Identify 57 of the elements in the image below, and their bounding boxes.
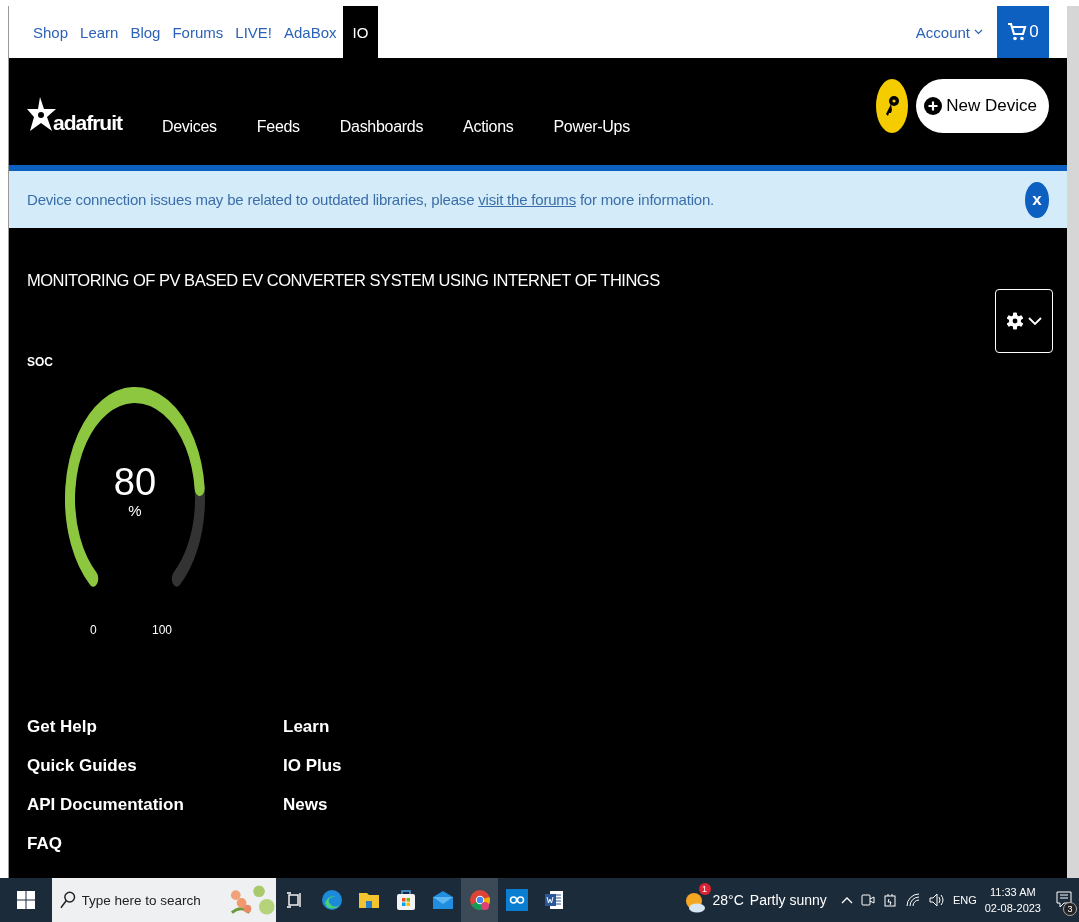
search-field[interactable]: Type here to search bbox=[81, 892, 222, 908]
gauge-label: SOC bbox=[27, 355, 54, 369]
forums-link[interactable]: visit the forums bbox=[478, 191, 576, 208]
footer-link[interactable]: Learn bbox=[283, 717, 539, 737]
adafruit-logo[interactable]: adafruit bbox=[27, 96, 122, 135]
notification-count: 3 bbox=[1063, 902, 1077, 916]
footer-link[interactable]: Get Help bbox=[27, 717, 283, 737]
close-button[interactable]: x bbox=[1025, 181, 1049, 218]
chrome-app-icon[interactable] bbox=[461, 878, 498, 922]
dashboard-title: MONITORING OF PV BASED EV CONVERTER SYSTEM USING INTERNET OF THINGS bbox=[27, 271, 660, 290]
footer-link[interactable]: FAQ bbox=[27, 834, 283, 854]
scrollbar[interactable] bbox=[1067, 6, 1079, 878]
camera-icon[interactable] bbox=[860, 892, 875, 908]
gear-icon bbox=[1006, 312, 1024, 330]
nav-link[interactable]: Actions bbox=[463, 117, 514, 136]
site-link[interactable]: Shop bbox=[27, 6, 75, 58]
nav-link[interactable]: Power-Ups bbox=[553, 117, 630, 136]
site-link[interactable]: Learn bbox=[74, 6, 125, 58]
speaker-icon[interactable] bbox=[928, 892, 945, 908]
cart-icon bbox=[1007, 22, 1028, 42]
cart-button[interactable]: 0 bbox=[997, 6, 1049, 58]
gauge-max: 100 bbox=[152, 623, 173, 637]
clock-date[interactable]: 02-08-2023 bbox=[984, 902, 1041, 914]
footer-link[interactable]: IO Plus bbox=[283, 756, 539, 776]
plus-icon bbox=[924, 96, 943, 115]
site-link[interactable]: LIVE! bbox=[229, 6, 278, 58]
key-icon bbox=[884, 94, 901, 117]
account-menu[interactable]: Account bbox=[915, 6, 997, 58]
chevron-up-icon[interactable] bbox=[840, 896, 853, 904]
weather-condition: Partly sunny bbox=[749, 892, 827, 908]
notification-badge: 1 bbox=[698, 883, 711, 895]
new-device-button[interactable]: New Device bbox=[916, 78, 1049, 133]
gauge-unit: % bbox=[128, 502, 142, 519]
nav-link[interactable]: Dashboards bbox=[339, 117, 424, 136]
settings-button[interactable] bbox=[995, 289, 1053, 353]
nav-link[interactable]: Devices bbox=[162, 117, 217, 136]
footer-link[interactable]: API Documentation bbox=[27, 795, 283, 815]
chevron-down-icon bbox=[1028, 316, 1042, 326]
taskbar-search-bar[interactable]: Type here to search bbox=[52, 878, 276, 922]
site-link[interactable]: Blog bbox=[124, 6, 167, 58]
language-indicator[interactable]: ENG bbox=[952, 894, 977, 906]
site-link[interactable]: IO bbox=[342, 6, 379, 58]
notification-center-button[interactable]: 3 bbox=[1049, 878, 1079, 922]
search-icon bbox=[60, 891, 76, 909]
nav-link[interactable]: Feeds bbox=[256, 117, 300, 136]
site-link[interactable]: AdaBox bbox=[278, 6, 343, 58]
site-link[interactable]: Forums bbox=[166, 6, 230, 58]
wifi-icon[interactable] bbox=[904, 892, 921, 908]
clock-time[interactable]: 11:33 AM bbox=[990, 886, 1036, 898]
chevron-down-icon bbox=[974, 29, 983, 35]
weather-temperature: 28°C bbox=[712, 892, 744, 908]
battery-icon[interactable] bbox=[882, 892, 897, 908]
footer-link[interactable]: Quick Guides bbox=[27, 756, 283, 776]
gauge-min: 0 bbox=[90, 623, 97, 637]
footer-link[interactable]: News bbox=[283, 795, 539, 815]
gauge-value: 80 bbox=[113, 462, 157, 502]
alert-message: Device connection issues may be related to outdated libraries, please visit the forums for more information. bbox=[27, 191, 715, 208]
